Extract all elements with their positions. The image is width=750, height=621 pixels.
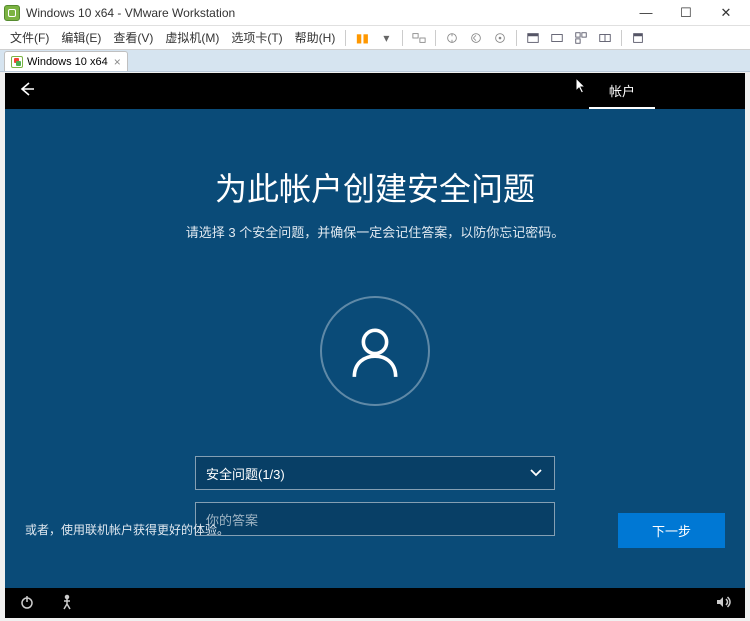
menu-tabs[interactable]: 选项卡(T) <box>225 29 288 46</box>
answer-input[interactable]: 你的答案 <box>195 502 555 536</box>
pause-icon[interactable]: ▮▮ <box>353 29 371 47</box>
separator <box>516 30 517 46</box>
tab-strip: Windows 10 x64 × <box>0 50 750 72</box>
accessibility-icon[interactable] <box>59 594 75 613</box>
fullscreen-icon[interactable] <box>524 29 542 47</box>
dropdown-icon[interactable]: ▾ <box>377 29 395 47</box>
snapshot-icon[interactable] <box>443 29 461 47</box>
unity-icon[interactable] <box>548 29 566 47</box>
menu-help[interactable]: 帮助(H) <box>289 29 342 46</box>
security-question-select[interactable]: 安全问题(1/3) <box>195 456 555 490</box>
minimize-button[interactable]: — <box>626 0 666 26</box>
maximize-button[interactable]: ☐ <box>666 0 706 26</box>
menu-file[interactable]: 文件(F) <box>4 29 55 46</box>
select-label: 安全问题(1/3) <box>206 464 285 483</box>
chevron-down-icon <box>528 464 544 483</box>
separator <box>345 30 346 46</box>
app-icon <box>4 5 20 21</box>
window-title: Windows 10 x64 - VMware Workstation <box>26 6 626 20</box>
vm-display: 帐户 为此帐户创建安全问题 请选择 3 个安全问题，并确保一定会记住答案，以防你… <box>5 73 745 618</box>
menu-view[interactable]: 查看(V) <box>107 29 159 46</box>
back-arrow-icon[interactable] <box>17 79 37 104</box>
volume-icon[interactable] <box>715 594 731 613</box>
power-icon[interactable] <box>19 594 35 613</box>
online-account-hint[interactable]: 或者，使用联机帐户获得更好的体验。 <box>25 521 229 538</box>
separator <box>621 30 622 46</box>
oobe-tab-account[interactable]: 帐户 <box>589 73 655 109</box>
menu-vm[interactable]: 虚拟机(M) <box>159 29 225 46</box>
separator <box>435 30 436 46</box>
vm-tab[interactable]: Windows 10 x64 × <box>4 51 128 71</box>
user-avatar-icon <box>320 296 430 406</box>
menubar: 文件(F) 编辑(E) 查看(V) 虚拟机(M) 选项卡(T) 帮助(H) ▮▮… <box>0 26 750 50</box>
oobe-header: 帐户 <box>5 73 745 109</box>
oobe-title: 为此帐户创建安全问题 <box>215 164 535 210</box>
oobe-main: 为此帐户创建安全问题 请选择 3 个安全问题，并确保一定会记住答案，以防你忘记密… <box>5 109 745 588</box>
vm-tab-label: Windows 10 x64 <box>27 56 108 68</box>
oobe-bottom-bar <box>5 588 745 618</box>
next-button[interactable]: 下一步 <box>618 513 725 548</box>
window-titlebar: Windows 10 x64 - VMware Workstation — ☐ … <box>0 0 750 26</box>
console-view-icon[interactable] <box>572 29 590 47</box>
stretch-icon[interactable] <box>596 29 614 47</box>
security-question-form: 安全问题(1/3) 你的答案 <box>195 456 555 548</box>
oobe-subtitle: 请选择 3 个安全问题，并确保一定会记住答案，以防你忘记密码。 <box>186 222 564 241</box>
snapshot-revert-icon[interactable] <box>467 29 485 47</box>
send-ctrl-alt-del-icon[interactable] <box>410 29 428 47</box>
vm-tab-icon <box>11 56 23 68</box>
tab-close-icon[interactable]: × <box>114 55 121 69</box>
separator <box>402 30 403 46</box>
menu-edit[interactable]: 编辑(E) <box>55 29 107 46</box>
close-button[interactable]: ✕ <box>706 0 746 26</box>
snapshot-manager-icon[interactable] <box>491 29 509 47</box>
library-icon[interactable] <box>629 29 647 47</box>
